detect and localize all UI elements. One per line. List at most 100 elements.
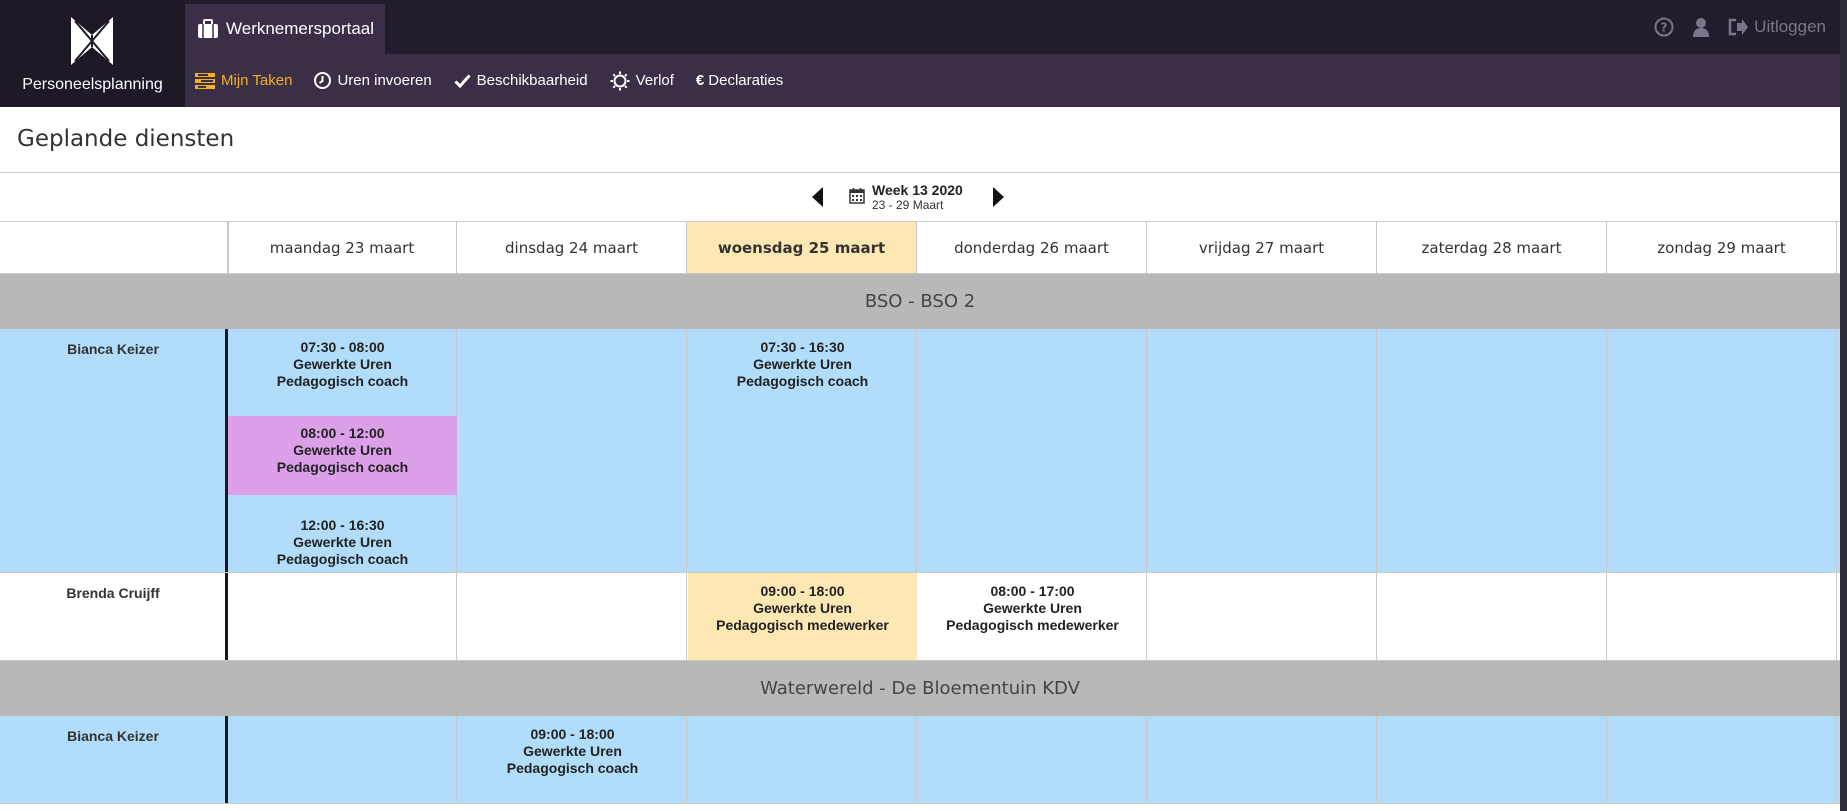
shift-entry[interactable]: 08:00 - 17:00 Gewerkte Uren Pedagogisch me… <box>918 583 1147 634</box>
person-row: Brenda Cruijff 09:00 - 18:00 Gewerkte Uren… <box>0 573 1840 661</box>
main-nav: Mijn Taken Uren invoeren Beschikbaarheid <box>195 54 805 107</box>
day-header-row: maandag 23 maart dinsdag 24 maart woensdag… <box>0 222 1840 274</box>
briefcase-icon <box>198 19 218 38</box>
day-cell[interactable] <box>1147 329 1377 572</box>
day-cell[interactable] <box>1147 573 1377 660</box>
shift-type: Gewerkte Uren <box>293 442 392 458</box>
day-header[interactable]: maandag 23 maart <box>227 222 457 273</box>
viewport: Personeelsplanning Werknemersportaal ? U… <box>0 0 1840 811</box>
header-actions: ? Uitloggen <box>1654 0 1840 54</box>
portal-tab[interactable]: Werknemersportaal <box>185 4 385 54</box>
shift-time: 09:00 - 18:00 <box>760 583 845 599</box>
week-title[interactable]: Week 13 2020 <box>872 182 963 198</box>
nav-item-mijn-taken[interactable]: Mijn Taken <box>195 72 292 89</box>
week-navigator: Week 13 2020 23 - 29 Maart <box>0 173 1840 221</box>
shift-entry[interactable]: 09:00 - 18:00 Gewerkte Uren Pedagogisch co… <box>458 726 687 777</box>
person-name: Brenda Cruijff <box>66 585 160 601</box>
shift-role: Pedagogisch medewerker <box>716 617 889 633</box>
app: Personeelsplanning Werknemersportaal ? U… <box>0 0 1847 811</box>
clock-icon <box>314 72 332 89</box>
day-header[interactable]: vrijdag 27 maart <box>1147 222 1377 273</box>
nav-item-label: Declaraties <box>708 72 784 89</box>
nav-item-verlof[interactable]: Verlof <box>610 71 674 91</box>
week-range: 23 - 29 Maart <box>872 198 944 212</box>
header: Personeelsplanning Werknemersportaal ? U… <box>0 0 1840 107</box>
day-cell[interactable] <box>917 329 1147 572</box>
day-cell[interactable] <box>457 573 687 660</box>
group-header: Waterwereld - De Bloementuin KDV <box>0 661 1840 716</box>
page-title: Geplande diensten <box>17 126 235 152</box>
shift-time: 08:00 - 12:00 <box>300 425 385 441</box>
previous-week-button[interactable] <box>812 187 823 207</box>
tasks-icon <box>195 72 215 89</box>
sun-icon <box>610 71 630 90</box>
shift-time: 07:30 - 08:00 <box>300 339 385 355</box>
shift-type: Gewerkte Uren <box>293 534 392 550</box>
nav-item-beschikbaarheid[interactable]: Beschikbaarheid <box>454 72 588 89</box>
day-header[interactable]: woensdag 25 maart <box>687 222 917 273</box>
calendar-icon[interactable] <box>849 187 865 204</box>
shift-time: 09:00 - 18:00 <box>530 726 615 742</box>
nav-item-label: Uren invoeren <box>337 72 432 89</box>
logout-button[interactable]: Uitloggen <box>1728 17 1826 37</box>
nav-item-uren-invoeren[interactable]: Uren invoeren <box>314 72 432 89</box>
brand-name: Personeelsplanning <box>22 76 163 93</box>
day-header[interactable]: donderdag 26 maart <box>917 222 1147 273</box>
day-header[interactable]: zaterdag 28 maart <box>1377 222 1607 273</box>
shift-role: Pedagogisch coach <box>276 551 409 567</box>
shift-role: Pedagogisch coach <box>506 760 639 776</box>
nav-item-label: Beschikbaarheid <box>476 72 588 89</box>
shift-type: Gewerkte Uren <box>523 743 622 759</box>
shift-role: Pedagogisch coach <box>736 373 869 389</box>
logout-icon <box>1728 18 1749 36</box>
shift-entry[interactable]: 09:00 - 18:00 Gewerkte Uren Pedagogisch me… <box>688 583 917 634</box>
day-header[interactable]: zondag 29 maart <box>1607 222 1837 273</box>
shift-entry[interactable]: 08:00 - 12:00 Gewerkte Uren Pedagogisch co… <box>228 425 457 476</box>
shift-time: 08:00 - 17:00 <box>990 583 1075 599</box>
header-corner <box>0 222 229 273</box>
shift-type: Gewerkte Uren <box>753 600 852 616</box>
person-name: Bianca Keizer <box>67 728 159 744</box>
shift-type: Gewerkte Uren <box>293 356 392 372</box>
shift-role: Pedagogisch coach <box>276 373 409 389</box>
logout-label: Uitloggen <box>1754 17 1826 36</box>
day-cell[interactable] <box>917 716 1147 803</box>
shift-role: Pedagogisch coach <box>276 459 409 475</box>
day-cell[interactable] <box>1607 573 1837 660</box>
profile-button[interactable] <box>1692 17 1710 37</box>
day-cell[interactable] <box>1607 329 1837 572</box>
day-cell[interactable] <box>1607 716 1837 803</box>
brand[interactable]: Personeelsplanning <box>0 0 185 107</box>
day-cell[interactable] <box>227 573 457 660</box>
user-icon <box>1693 18 1710 37</box>
person-row: Bianca Keizer 07:30 - 08:00 Gewerkte Uren P… <box>0 329 1840 573</box>
person-row: Bianca Keizer 09:00 - 18:00 Gewerkte Uren P… <box>0 716 1840 804</box>
next-week-button[interactable] <box>993 187 1004 207</box>
portal-tab-label: Werknemersportaal <box>226 19 375 38</box>
day-cell[interactable] <box>1377 329 1607 572</box>
day-cell[interactable] <box>1147 716 1377 803</box>
brand-logo-icon <box>71 17 113 65</box>
person-name: Bianca Keizer <box>67 341 159 357</box>
group-header: BSO - BSO 2 <box>0 274 1840 329</box>
nav-item-declaraties[interactable]: € Declaraties <box>696 72 783 89</box>
help-icon: ? <box>1654 17 1674 37</box>
help-button[interactable]: ? <box>1654 17 1674 37</box>
nav-item-label: Verlof <box>635 72 674 89</box>
nav-item-label: Mijn Taken <box>221 72 293 89</box>
shift-entry[interactable]: 07:30 - 08:00 Gewerkte Uren Pedagogisch co… <box>228 339 457 390</box>
shift-entry[interactable]: 12:00 - 16:30 Gewerkte Uren Pedagogisch co… <box>228 517 457 568</box>
svg-text:?: ? <box>1661 21 1668 35</box>
euro-icon: € <box>695 72 705 89</box>
day-cell[interactable] <box>687 716 917 803</box>
day-cell[interactable] <box>457 329 687 572</box>
window-edge <box>1840 0 1847 811</box>
day-header[interactable]: dinsdag 24 maart <box>457 222 687 273</box>
day-cell[interactable] <box>227 716 457 803</box>
shift-time: 07:30 - 16:30 <box>760 339 845 355</box>
day-cell[interactable] <box>1377 573 1607 660</box>
day-cell[interactable] <box>1377 716 1607 803</box>
shift-entry[interactable]: 07:30 - 16:30 Gewerkte Uren Pedagogisch co… <box>688 339 917 390</box>
shift-role: Pedagogisch medewerker <box>946 617 1119 633</box>
shift-time: 12:00 - 16:30 <box>300 517 385 533</box>
